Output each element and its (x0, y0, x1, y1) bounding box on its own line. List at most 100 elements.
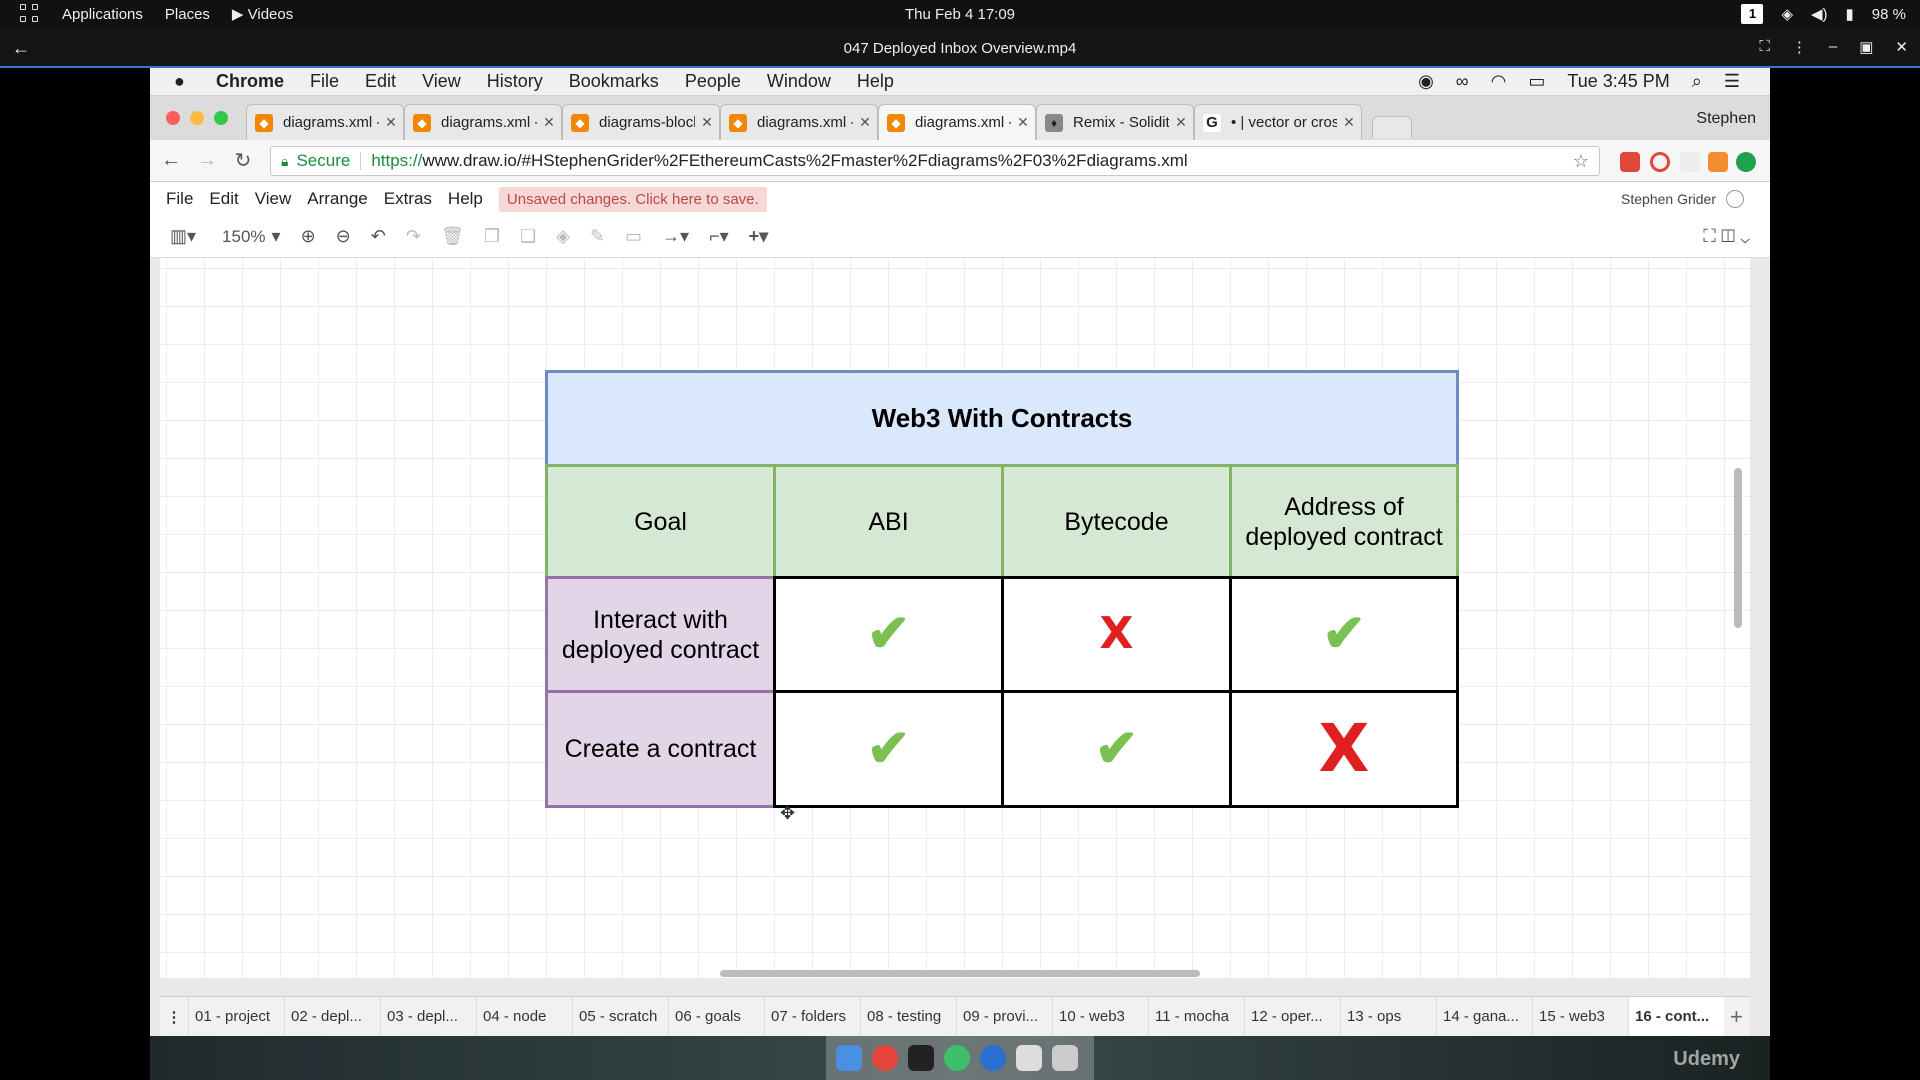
insert-plus-icon[interactable]: +▾ (749, 226, 769, 247)
undo-icon[interactable]: ↶ (371, 226, 386, 247)
page-tab[interactable]: 11 - mocha (1148, 996, 1244, 1037)
drawio-menu-help[interactable]: Help (448, 189, 483, 209)
gnome-menu-videos[interactable]: ▶ Videos (232, 5, 293, 23)
header-address[interactable]: Address of deployed contract (1229, 464, 1459, 579)
documents-icon[interactable] (1016, 1045, 1042, 1071)
page-tab[interactable]: 12 - oper... (1244, 996, 1340, 1037)
redo-icon[interactable]: ↷ (406, 226, 421, 247)
table-title[interactable]: Web3 With Contracts (545, 370, 1459, 467)
language-globe-icon[interactable] (1726, 190, 1744, 208)
battery-icon[interactable]: ▮ (1846, 5, 1854, 23)
cell-create-bytecode[interactable]: ✔ (1001, 690, 1232, 808)
back-icon[interactable]: ← (156, 149, 186, 172)
page-tab[interactable]: 08 - testing (860, 996, 956, 1037)
fill-color-icon[interactable]: ◈ (556, 226, 570, 247)
cell-create-address[interactable]: X (1229, 690, 1459, 808)
extension-css-icon[interactable] (1680, 152, 1700, 172)
record-icon[interactable]: ◉ (1418, 71, 1434, 92)
url-text[interactable]: https://www.draw.io/#HStephenGrider%2FEt… (371, 151, 1187, 171)
row-goal-interact[interactable]: Interact with deployed contract (545, 576, 776, 693)
extension-green-icon[interactable] (1736, 152, 1756, 172)
drawio-menu-edit[interactable]: Edit (209, 189, 238, 209)
page-tab[interactable]: 06 - goals (668, 996, 764, 1037)
connection-style-icon[interactable]: →▾ (662, 226, 689, 247)
browser-tab-3[interactable]: ◆ diagrams-blockch ✕ (562, 104, 720, 140)
spotlight-search-icon[interactable]: ⌕ (1692, 71, 1702, 92)
cell-interact-abi[interactable]: ✔ (773, 576, 1004, 693)
terminal-icon[interactable] (908, 1045, 934, 1071)
forward-icon[interactable]: → (192, 149, 222, 172)
zoom-window-icon[interactable] (214, 111, 228, 125)
mac-clock[interactable]: Tue 3:45 PM (1567, 71, 1669, 92)
page-tab[interactable]: 07 - folders (764, 996, 860, 1037)
maximize-icon[interactable]: ▣ (1859, 38, 1873, 56)
tab-close-icon[interactable]: ✕ (695, 114, 719, 131)
page-tab[interactable]: 10 - web3 (1052, 996, 1148, 1037)
trash-icon[interactable] (1052, 1045, 1078, 1071)
format-panel-toggle-icon[interactable]: ▥▾ (170, 226, 196, 247)
extension-lastpass-icon[interactable] (1620, 152, 1640, 172)
gnome-menu-places[interactable]: Places (165, 6, 210, 23)
fullscreen-icon[interactable]: ⛶ (1759, 38, 1770, 56)
to-front-icon[interactable]: ❐ (484, 226, 500, 247)
bookmark-star-icon[interactable]: ☆ (1573, 151, 1589, 172)
drawio-menu-extras[interactable]: Extras (384, 189, 432, 209)
unsaved-changes-button[interactable]: Unsaved changes. Click here to save. (498, 186, 767, 212)
mac-menu-help[interactable]: Help (857, 71, 894, 92)
row-goal-create[interactable]: Create a contract (545, 690, 776, 808)
header-abi[interactable]: ABI (773, 464, 1004, 579)
pages-menu-icon[interactable]: ⋮ (160, 1008, 188, 1026)
fullscreen-collapse-icon[interactable]: ⛶ ◫ ⌄ (1703, 226, 1750, 247)
address-bar[interactable]: 🔒︎ Secure https://www.draw.io/#HStephenG… (270, 146, 1600, 176)
drawio-canvas[interactable]: Web3 With Contracts Goal ABI Bytecode Ad… (160, 258, 1750, 978)
mac-menu-file[interactable]: File (310, 71, 339, 92)
minimize-window-icon[interactable] (190, 111, 204, 125)
page-tab[interactable]: 09 - provi... (956, 996, 1052, 1037)
chrome-profile-name[interactable]: Stephen (1696, 110, 1756, 128)
cell-create-abi[interactable]: ✔ (773, 690, 1004, 808)
page-tab[interactable]: 05 - scratch (572, 996, 668, 1037)
mac-menu-bookmarks[interactable]: Bookmarks (569, 71, 659, 92)
notification-list-icon[interactable]: ☰ (1724, 71, 1740, 92)
drawio-menu-view[interactable]: View (255, 189, 292, 209)
mac-menu-edit[interactable]: Edit (365, 71, 396, 92)
tab-close-icon[interactable]: ✕ (1011, 114, 1035, 131)
gnome-menu-applications[interactable]: Applications (62, 6, 143, 23)
header-goal[interactable]: Goal (545, 464, 776, 579)
glasses-icon[interactable]: ∞ (1456, 71, 1469, 92)
tab-close-icon[interactable]: ✕ (853, 114, 877, 131)
reload-icon[interactable]: ↻ (228, 148, 258, 173)
web3-contracts-table[interactable]: Web3 With Contracts Goal ABI Bytecode Ad… (545, 370, 1459, 810)
minimize-icon[interactable]: – (1829, 38, 1837, 56)
new-tab-button[interactable] (1372, 116, 1412, 138)
page-tab[interactable]: 14 - gana... (1436, 996, 1532, 1037)
shadow-icon[interactable]: ▭ (625, 226, 642, 247)
mac-wifi-icon[interactable]: ◠ (1491, 71, 1507, 92)
atom-icon[interactable] (944, 1045, 970, 1071)
browser-tab-7[interactable]: G • | vector or cross ✕ (1194, 104, 1362, 140)
browser-tab-2[interactable]: ◆ diagrams.xml - dr ✕ (404, 104, 562, 140)
zoom-dropdown-icon[interactable]: ▾ (272, 226, 281, 247)
app-grid-icon[interactable] (20, 4, 40, 24)
page-tab[interactable]: 03 - depl... (380, 996, 476, 1037)
tab-close-icon[interactable]: ✕ (379, 114, 403, 131)
wifi-icon[interactable]: ◈ (1781, 5, 1793, 23)
cell-interact-bytecode[interactable]: X (1001, 576, 1232, 693)
extension-opera-icon[interactable] (1650, 152, 1670, 172)
delete-icon[interactable]: 🗑︎ (441, 226, 464, 247)
more-options-icon[interactable]: ⋮ (1792, 38, 1807, 56)
chrome-dock-icon[interactable] (872, 1045, 898, 1071)
horizontal-scrollbar[interactable] (720, 970, 1200, 977)
page-tab[interactable]: 13 - ops (1340, 996, 1436, 1037)
page-tab-active[interactable]: 16 - cont... (1628, 996, 1724, 1037)
browser-tab-4[interactable]: ◆ diagrams.xml - dr ✕ (720, 104, 878, 140)
mac-menu-window[interactable]: Window (767, 71, 831, 92)
browser-dock-icon[interactable] (980, 1045, 1006, 1071)
cell-interact-address[interactable]: ✔ (1229, 576, 1459, 693)
header-bytecode[interactable]: Bytecode (1001, 464, 1232, 579)
drawio-menu-arrange[interactable]: Arrange (307, 189, 367, 209)
extension-metamask-icon[interactable] (1708, 152, 1728, 172)
apple-icon[interactable]: ● (174, 71, 196, 92)
drawio-menu-file[interactable]: File (166, 189, 193, 209)
finder-icon[interactable] (836, 1045, 862, 1071)
